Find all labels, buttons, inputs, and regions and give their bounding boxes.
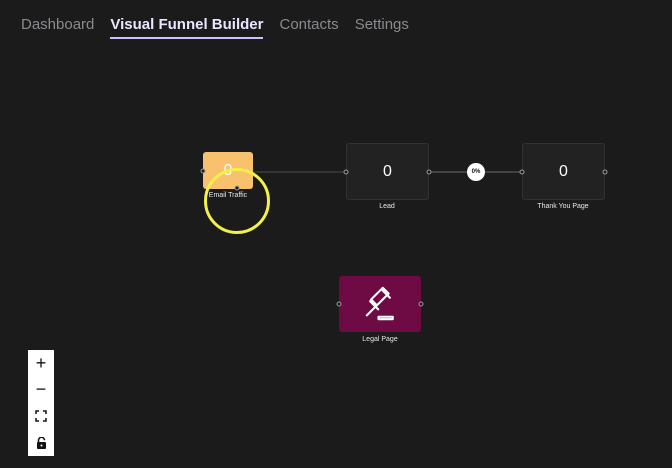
port-thank-you-out[interactable] (602, 169, 608, 175)
node-lead-count: 0 (383, 162, 392, 180)
zoom-in-button[interactable]: + (28, 350, 54, 377)
port-lead-out[interactable] (426, 169, 432, 175)
nav-visual-funnel-builder[interactable]: Visual Funnel Builder (110, 15, 264, 39)
node-lead[interactable]: 0 (346, 143, 429, 200)
port-legal-out[interactable] (418, 301, 424, 307)
port-email-traffic-in[interactable] (200, 168, 206, 174)
node-legal-page[interactable] (339, 276, 421, 332)
node-legal-label: Legal Page (362, 336, 398, 343)
cursor-highlight (204, 168, 270, 234)
node-thank-you-page[interactable]: 0 (522, 143, 605, 200)
fit-view-icon (35, 410, 47, 422)
canvas-controls: + − (28, 350, 54, 456)
lock-icon (36, 436, 46, 449)
gavel-icon (365, 286, 394, 321)
conversion-rate-badge[interactable]: 0% (467, 163, 485, 181)
port-lead-in[interactable] (343, 169, 349, 175)
zoom-out-button[interactable]: − (28, 377, 54, 404)
nav-settings[interactable]: Settings (355, 15, 409, 35)
node-thank-you-label: Thank You Page (537, 203, 589, 210)
fit-view-button[interactable] (28, 403, 54, 430)
node-lead-label: Lead (379, 203, 395, 210)
top-nav: Dashboard Visual Funnel Builder Contacts… (21, 15, 409, 39)
nav-contacts[interactable]: Contacts (279, 15, 338, 35)
lock-button[interactable] (28, 430, 54, 457)
port-legal-in[interactable] (336, 301, 342, 307)
funnel-edges (253, 171, 522, 173)
port-thank-you-in[interactable] (519, 169, 525, 175)
nav-dashboard[interactable]: Dashboard (21, 15, 94, 35)
node-thank-you-count: 0 (559, 162, 568, 180)
